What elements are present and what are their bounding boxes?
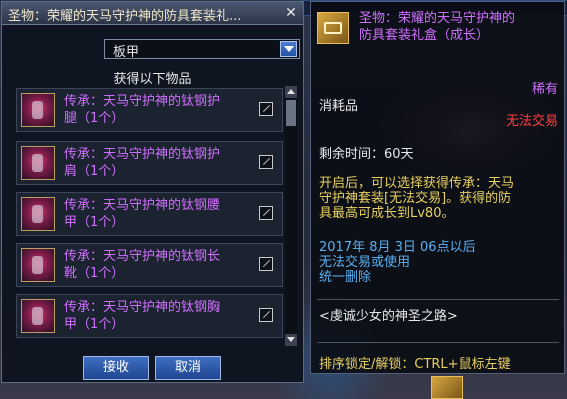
leg-armor-icon (21, 93, 55, 127)
item-name-line2: 靴（1个） (64, 266, 125, 281)
item-name-line1: 传承：天马守护神的钛钢胸 (64, 300, 221, 315)
item-type-label: 消耗品 (319, 99, 359, 114)
expiry-line1: 2017年 8月 3日 06点以后 (319, 240, 476, 255)
select-checkbox[interactable] (259, 155, 273, 169)
lock-hint: 排序锁定/解锁：CTRL+鼠标左键 (319, 357, 511, 372)
select-checkbox[interactable] (259, 206, 273, 220)
close-icon[interactable]: ✕ (283, 5, 299, 21)
trade-restriction-label: 无法交易 (505, 114, 558, 129)
select-reward-dialog: 圣物：荣耀的天马守护神的防具套装礼... ✕ 板甲 获得以下物品 传承：天马守护… (1, 1, 304, 383)
tooltip-item-title: 圣物：荣耀的天马守护神的 防具套装礼盒（成长） (359, 10, 559, 44)
expiry-notice: 2017年 8月 3日 06点以后 无法交易或使用 统一删除 (319, 240, 559, 285)
item-description: 开启后，可以选择获得传承：天马 守护神套装[无法交易]。获得的防 具最高可成长到… (319, 176, 559, 221)
reward-item-name: 传承：天马守护神的钛钢腰 甲（1个） (64, 197, 254, 231)
item-tooltip: 圣物：荣耀的天马守护神的 防具套装礼盒（成长） 稀有 消耗品 无法交易 剩余时间… (310, 1, 565, 374)
select-checkbox[interactable] (259, 257, 273, 271)
expiry-line3: 统一删除 (319, 270, 372, 285)
tooltip-title-line1: 圣物：荣耀的天马守护神的 (359, 11, 516, 26)
description-line2: 守护神套装[无法交易]。获得的防 (319, 191, 512, 206)
item-name-line2: 甲（1个） (64, 215, 125, 230)
accept-button[interactable]: 接收 (83, 356, 149, 380)
armor-type-dropdown[interactable]: 板甲 (104, 39, 300, 60)
select-checkbox[interactable] (259, 102, 273, 116)
item-name-line2: 甲（1个） (64, 317, 125, 332)
divider (317, 342, 559, 343)
belt-armor-icon (21, 197, 55, 231)
select-checkbox[interactable] (259, 308, 273, 322)
item-name-line1: 传承：天马守护神的钛钢护 (64, 147, 221, 162)
item-name-line1: 传承：天马守护神的钛钢护 (64, 94, 221, 109)
item-name-line1: 传承：天马守护神的钛钢长 (64, 249, 221, 264)
reward-item-name: 传承：天马守护神的钛钢长 靴（1个） (64, 248, 254, 282)
scroll-down-icon[interactable] (285, 334, 297, 346)
tooltip-title-line2: 防具套装礼盒（成长） (359, 28, 490, 43)
reward-item[interactable]: 传承：天马守护神的钛钢胸 甲（1个） (16, 294, 283, 338)
divider (317, 299, 559, 300)
reward-item-name: 传承：天马守护神的钛钢胸 甲（1个） (64, 299, 254, 333)
item-name-line2: 肩（1个） (64, 164, 125, 179)
gift-box-icon (317, 12, 349, 44)
dropdown-selected-value: 板甲 (113, 45, 140, 60)
boots-armor-icon (21, 248, 55, 282)
shoulder-armor-icon (21, 146, 55, 180)
cancel-button[interactable]: 取消 (155, 356, 221, 380)
scroll-up-icon[interactable] (285, 86, 297, 98)
flavor-text: <虔诚少女的神圣之路> (319, 309, 458, 324)
reward-item[interactable]: 传承：天马守护神的钛钢护 肩（1个） (16, 141, 283, 185)
chest-armor-icon (21, 299, 55, 333)
chevron-down-icon[interactable] (280, 41, 297, 57)
remaining-time: 剩余时间：60天 (319, 147, 414, 162)
reward-item[interactable]: 传承：天马守护神的钛钢护 腿（1个） (16, 88, 283, 132)
inventory-slot-gift-box-icon[interactable] (431, 376, 463, 399)
reward-item[interactable]: 传承：天马守护神的钛钢长 靴（1个） (16, 243, 283, 287)
dialog-title-bar[interactable]: 圣物：荣耀的天马守护神的防具套装礼... ✕ (2, 2, 303, 25)
dialog-title: 圣物：荣耀的天马守护神的防具套装礼... (8, 9, 242, 24)
rarity-label: 稀有 (531, 82, 558, 97)
description-line1: 开启后，可以选择获得传承：天马 (319, 176, 515, 191)
reward-item-name: 传承：天马守护神的钛钢护 腿（1个） (64, 93, 254, 127)
scroll-thumb[interactable] (286, 100, 296, 126)
reward-item[interactable]: 传承：天马守护神的钛钢腰 甲（1个） (16, 192, 283, 236)
description-line3: 具最高可成长到Lv80。 (319, 206, 455, 221)
reward-list-heading: 获得以下物品 (113, 72, 192, 87)
item-name-line1: 传承：天马守护神的钛钢腰 (64, 198, 221, 213)
expiry-line2: 无法交易或使用 (319, 255, 411, 270)
item-name-line2: 腿（1个） (64, 111, 125, 126)
reward-list-scrollbar[interactable] (285, 86, 297, 346)
reward-item-name: 传承：天马守护神的钛钢护 肩（1个） (64, 146, 254, 180)
